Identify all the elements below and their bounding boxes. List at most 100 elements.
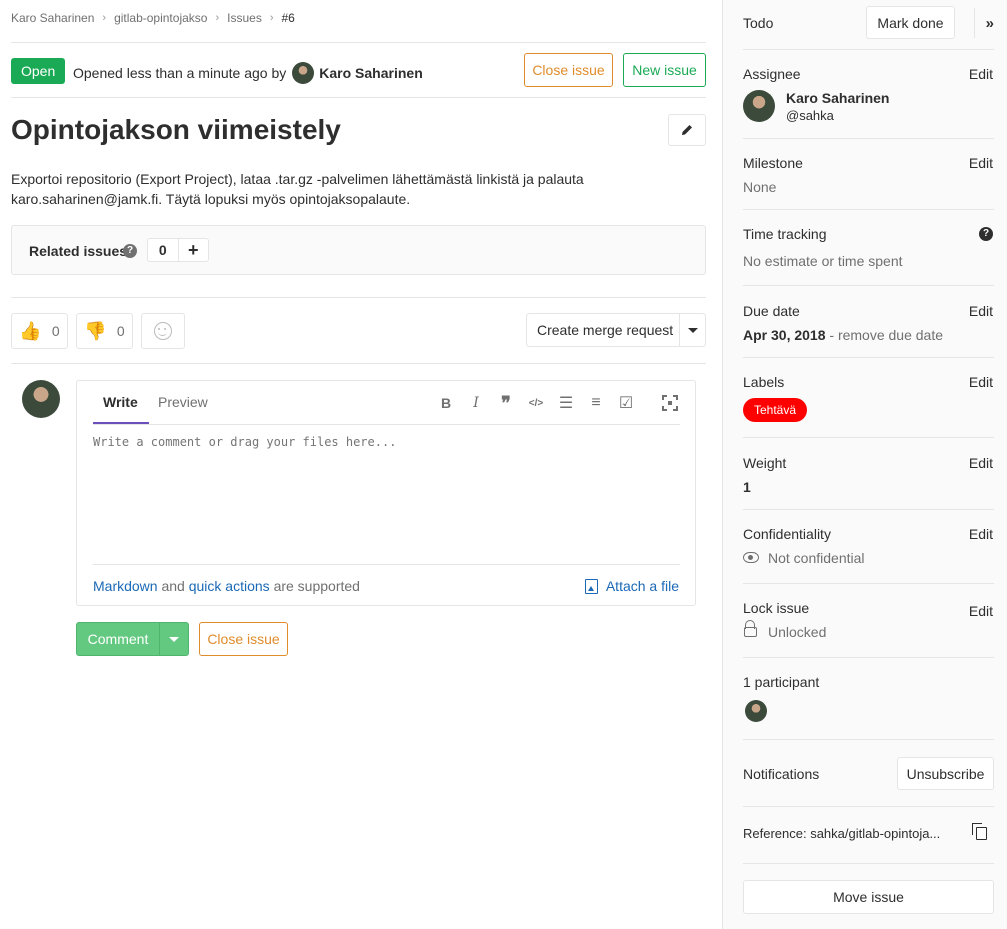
author-avatar[interactable] xyxy=(292,62,315,84)
divider xyxy=(743,285,994,286)
markdown-toolbar: B I ❞ </> ☰ ≡ ☑ xyxy=(431,393,641,413)
divider xyxy=(743,806,994,807)
divider xyxy=(743,437,994,438)
lock-value: Unlocked xyxy=(768,624,827,640)
create-merge-request-dropdown: Create merge request xyxy=(526,313,706,347)
breadcrumb-issues[interactable]: Issues xyxy=(227,11,262,25)
comment-textarea[interactable] xyxy=(93,435,680,563)
assignee-name[interactable]: Karo Saharinen xyxy=(786,90,889,106)
question-icon[interactable]: ? xyxy=(979,227,993,241)
bullet-list-icon[interactable]: ☰ xyxy=(551,393,581,413)
participant-avatar[interactable] xyxy=(745,700,767,722)
divider xyxy=(743,509,994,510)
collapse-sidebar-icon[interactable]: » xyxy=(974,8,994,38)
comment-options-button[interactable] xyxy=(159,623,188,655)
tab-preview[interactable]: Preview xyxy=(158,394,208,410)
active-tab-indicator xyxy=(93,422,149,424)
merge-request-options-button[interactable] xyxy=(679,314,705,346)
divider xyxy=(743,49,994,50)
chevron-right-icon: › xyxy=(102,12,107,24)
divider xyxy=(743,357,994,358)
question-icon[interactable]: ? xyxy=(123,244,137,258)
tab-write[interactable]: Write xyxy=(103,394,138,410)
breadcrumb-project[interactable]: gitlab-opintojakso xyxy=(114,11,207,25)
unsubscribe-button[interactable]: Unsubscribe xyxy=(897,757,994,790)
italic-icon[interactable]: I xyxy=(461,393,491,413)
supported-text: are supported xyxy=(273,578,360,594)
mark-done-button[interactable]: Mark done xyxy=(866,6,955,39)
divider xyxy=(743,138,994,139)
confidentiality-edit-link[interactable]: Edit xyxy=(969,526,993,542)
weight-title: Weight xyxy=(743,455,787,471)
related-issues-count: 0 xyxy=(158,242,167,258)
notifications-title: Notifications xyxy=(743,766,820,782)
create-merge-request-button[interactable]: Create merge request xyxy=(527,322,679,338)
due-date-value: Apr 30, 2018 - remove due date xyxy=(743,327,943,343)
comment-button[interactable]: Comment xyxy=(77,623,159,655)
labels-edit-link[interactable]: Edit xyxy=(969,374,993,390)
labels-title: Labels xyxy=(743,374,785,390)
add-reaction-button[interactable] xyxy=(141,313,185,349)
edit-title-button[interactable] xyxy=(668,114,706,146)
fullscreen-icon[interactable] xyxy=(659,393,681,413)
divider xyxy=(743,657,994,658)
confidentiality-value: Not confidential xyxy=(768,550,865,566)
opened-text: Opened less than a minute ago by xyxy=(73,65,287,81)
add-related-issue-button[interactable]: + xyxy=(177,239,209,261)
weight-edit-link[interactable]: Edit xyxy=(969,455,993,471)
chevron-right-icon: › xyxy=(269,12,274,24)
fullscreen-glyph xyxy=(662,395,678,411)
thumbs-down-count: 0 xyxy=(116,323,125,339)
related-issues-label: Related issues xyxy=(29,243,128,259)
bold-icon[interactable]: B xyxy=(431,393,461,413)
due-date-edit-link[interactable]: Edit xyxy=(969,303,993,319)
divider xyxy=(11,97,706,98)
quote-icon[interactable]: ❞ xyxy=(491,393,521,413)
issue-description: Exportoi repositorio (Export Project), l… xyxy=(11,171,584,207)
task-list-icon[interactable]: ☑ xyxy=(611,393,641,413)
assignee-username: @sahka xyxy=(786,108,834,123)
thumbs-up-count: 0 xyxy=(51,323,60,339)
lock-issue-edit-link[interactable]: Edit xyxy=(969,603,993,619)
due-date-title: Due date xyxy=(743,303,800,319)
numbered-list-icon[interactable]: ≡ xyxy=(581,393,611,413)
smiley-icon xyxy=(154,322,172,340)
unlock-icon xyxy=(744,620,757,637)
lock-issue-title: Lock issue xyxy=(743,600,810,616)
divider xyxy=(743,739,994,740)
and-text: and xyxy=(161,578,185,594)
code-icon[interactable]: </> xyxy=(521,393,551,413)
chevron-right-icon: › xyxy=(215,12,220,24)
close-issue-button[interactable]: Close issue xyxy=(524,53,613,87)
thumbs-down-button[interactable]: 👎 0 xyxy=(76,313,133,349)
breadcrumb-user[interactable]: Karo Saharinen xyxy=(11,11,94,25)
image-icon xyxy=(584,578,598,594)
current-user-avatar[interactable] xyxy=(22,380,60,418)
thumbs-up-icon: 👍 xyxy=(19,320,42,341)
thumbs-up-button[interactable]: 👍 0 xyxy=(11,313,68,349)
milestone-edit-link[interactable]: Edit xyxy=(969,155,993,171)
quick-actions-link[interactable]: quick actions xyxy=(189,578,270,594)
status-badge: Open xyxy=(11,58,66,84)
footer-divider xyxy=(93,564,680,565)
assignee-title: Assignee xyxy=(743,66,801,82)
assignee-edit-link[interactable]: Edit xyxy=(969,66,993,82)
time-tracking-title: Time tracking xyxy=(743,226,827,242)
label-tehtava[interactable]: Tehtävä xyxy=(743,398,808,422)
close-issue-button-bottom[interactable]: Close issue xyxy=(199,622,288,656)
markdown-link[interactable]: Markdown xyxy=(93,578,158,594)
breadcrumb-issue-number[interactable]: #6 xyxy=(282,11,295,25)
remove-due-date-link[interactable]: - remove due date xyxy=(826,327,943,343)
issue-main: Karo Saharinen › gitlab-opintojakso › Is… xyxy=(0,0,722,929)
new-issue-button[interactable]: New issue xyxy=(623,53,706,87)
move-issue-button[interactable]: Move issue xyxy=(743,880,994,914)
related-issues-block: Related issues ? 0 + xyxy=(11,225,706,275)
copy-icon[interactable] xyxy=(972,823,987,840)
assignee-avatar[interactable] xyxy=(743,90,775,122)
author-name[interactable]: Karo Saharinen xyxy=(319,65,422,81)
comment-form: Write Preview B I ❞ </> ☰ ≡ ☑ Markdown a… xyxy=(76,380,696,606)
caret-down-icon xyxy=(687,327,698,333)
attach-file-button[interactable]: Attach a file xyxy=(584,578,679,594)
weight-value: 1 xyxy=(743,479,751,495)
reference-text: Reference: sahka/gitlab-opintoja... xyxy=(743,826,941,841)
